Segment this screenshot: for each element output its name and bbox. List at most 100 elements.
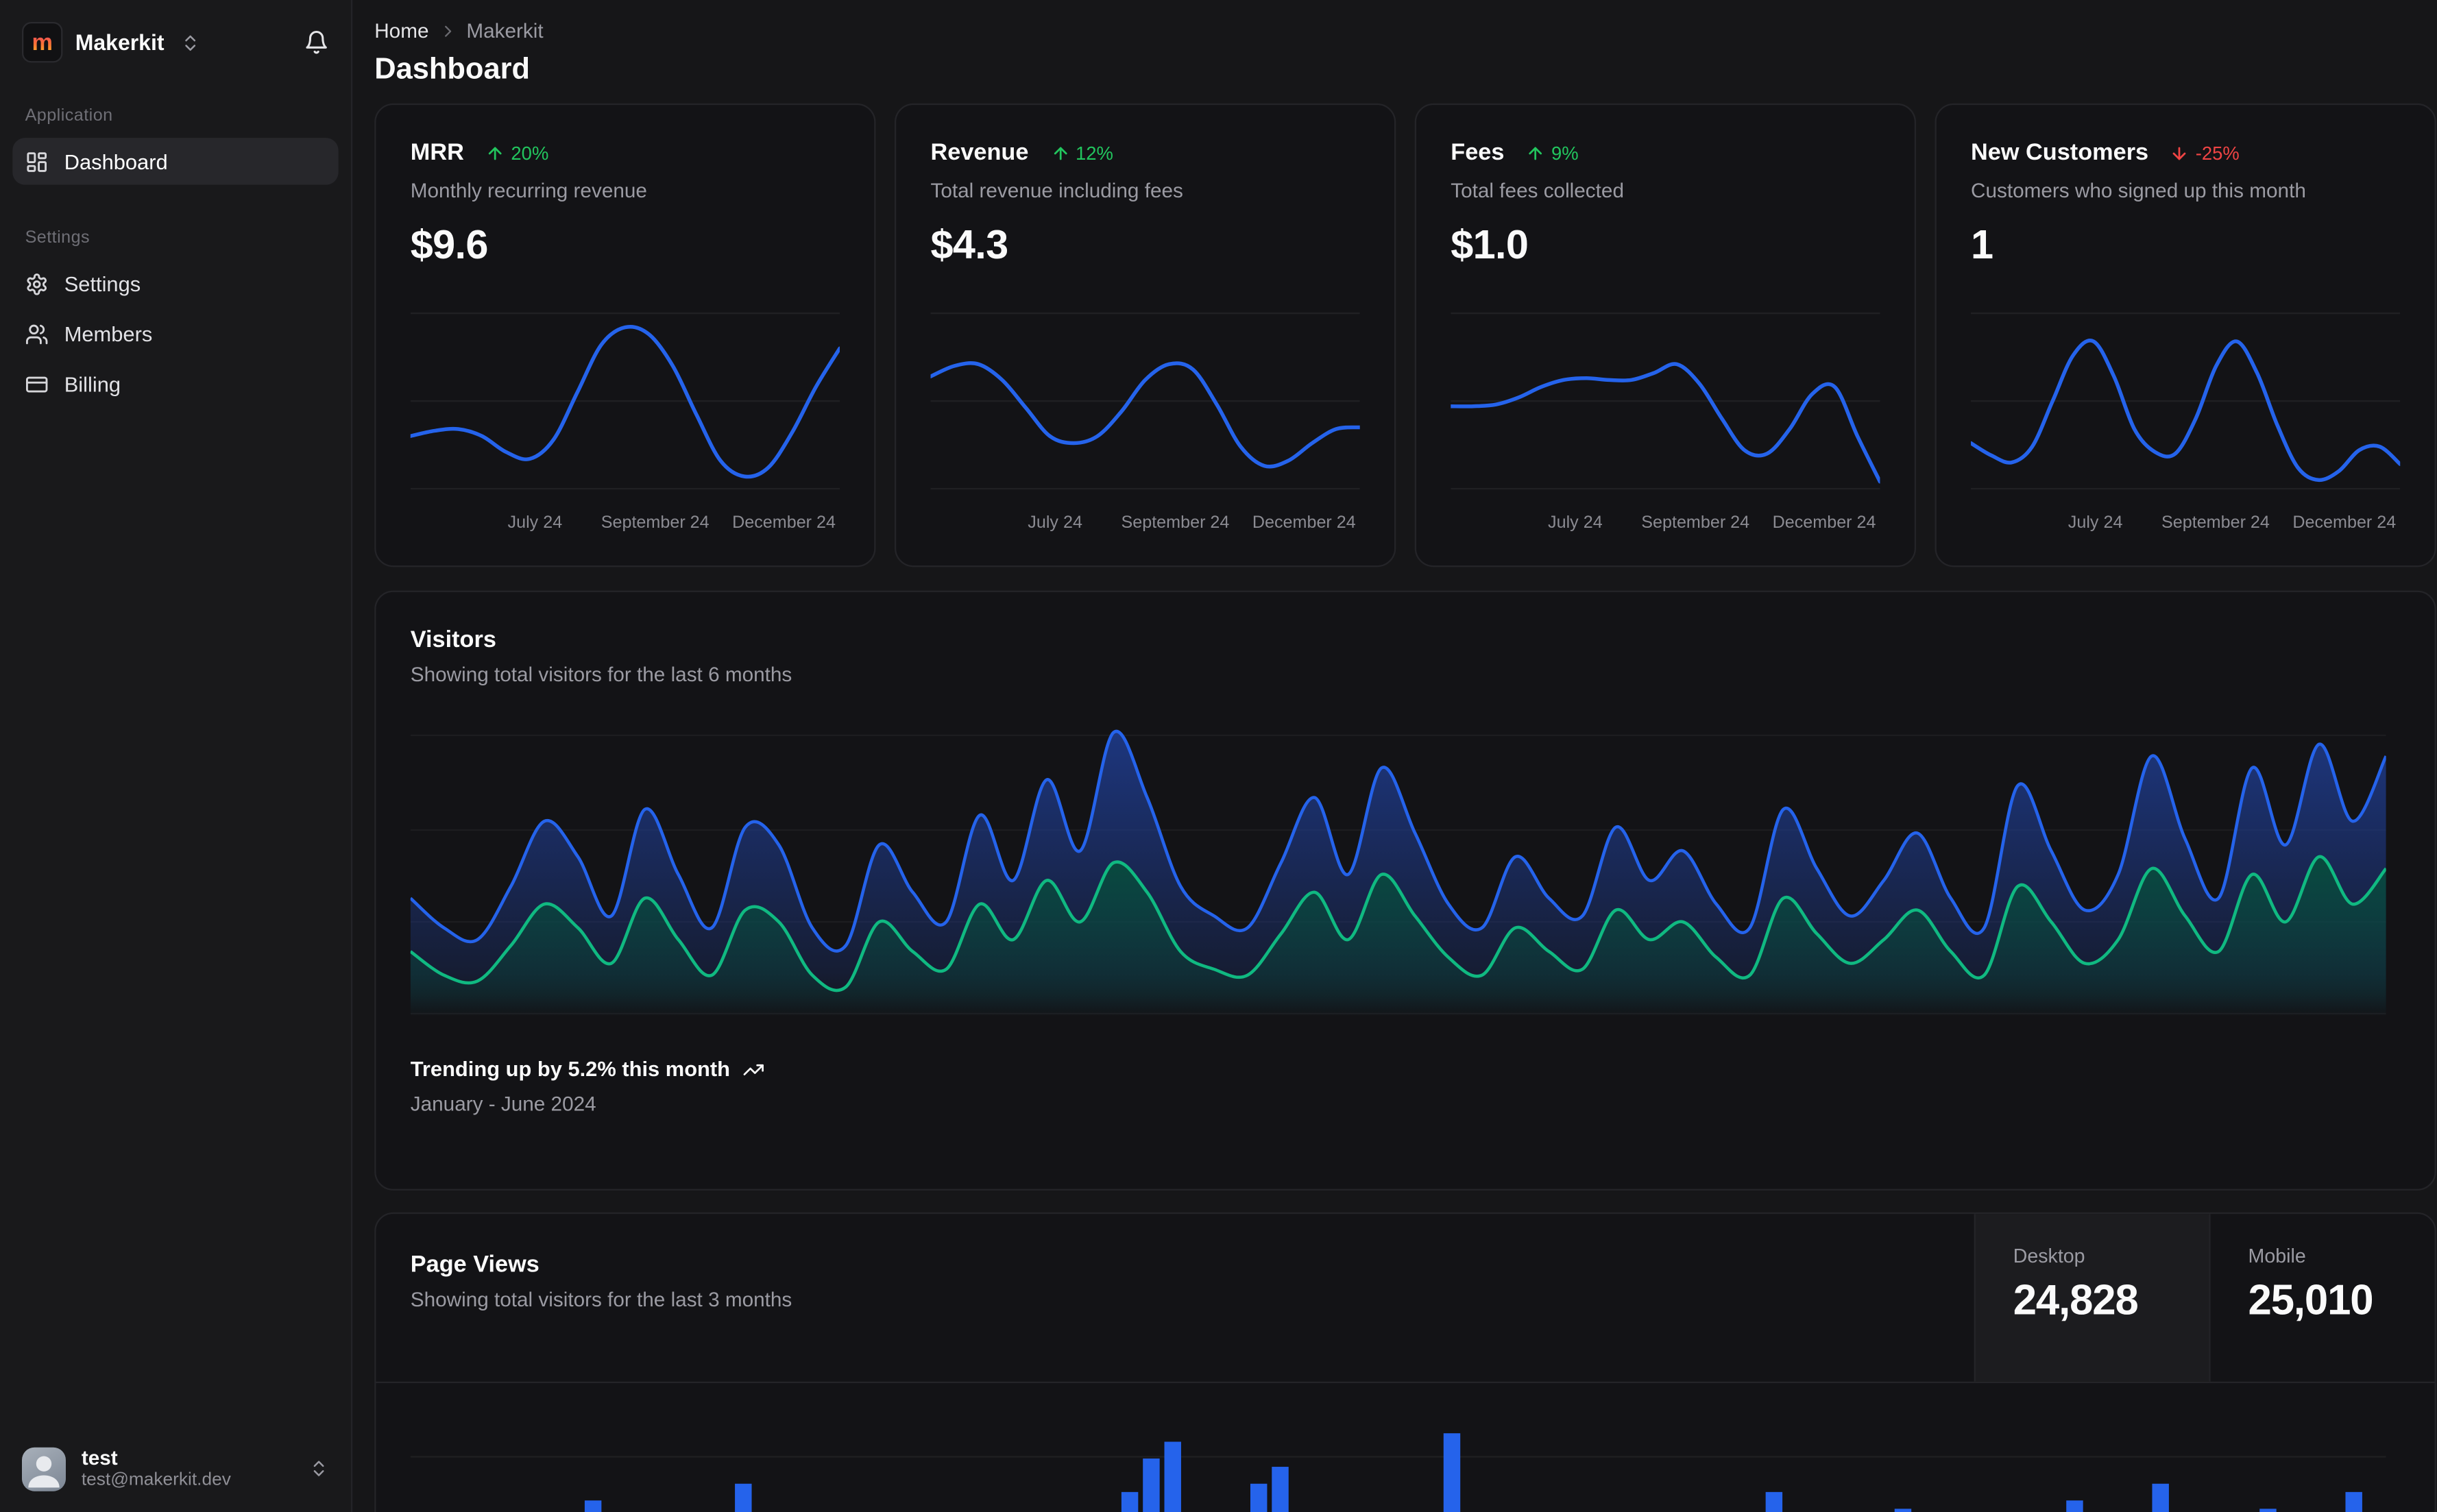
- desktop-value: 24,828: [2013, 1276, 2139, 1324]
- screen: m Makerkit Application Dashboard Setting…: [0, 0, 2437, 1512]
- trend-badge: 9%: [1526, 141, 1579, 164]
- stat-card-fees: Fees 9% Total fees collected $1.0 July 2…: [1414, 103, 1917, 568]
- x-axis-ticks: July 24 September 24 December 24: [1451, 514, 1880, 539]
- workspace-selector-chevrons-icon[interactable]: [180, 32, 200, 53]
- stat-card-mrr: MRR 20% Monthly recurring revenue $9.6 J…: [374, 103, 876, 568]
- sidebar-item-label: Members: [64, 321, 153, 345]
- arrow-up-icon: [1529, 146, 1542, 160]
- trend-delta: 9%: [1551, 141, 1579, 164]
- sidebar-item-billing[interactable]: Billing: [12, 361, 338, 408]
- settings-gear-icon: [25, 272, 49, 295]
- breadcrumb-current: Makerkit: [466, 19, 544, 42]
- stat-value: $9.6: [410, 221, 489, 268]
- visitors-card: Visitors Showing total visitors for the …: [374, 590, 2436, 1191]
- page-views-header: Page Views Showing total visitors for th…: [376, 1214, 2435, 1384]
- mrr-sparkline-chart: [410, 312, 840, 490]
- tick-label: September 24: [2161, 513, 2270, 533]
- stat-subtitle: Monthly recurring revenue: [410, 178, 647, 202]
- stat-value: $4.3: [930, 221, 1009, 268]
- notifications-bell-icon[interactable]: [304, 29, 329, 55]
- trend-delta: 12%: [1075, 141, 1113, 164]
- stat-card-revenue: Revenue 12% Total revenue including fees…: [894, 103, 1396, 568]
- sidebar: m Makerkit Application Dashboard Setting…: [0, 0, 353, 1512]
- visitors-area-chart: [410, 729, 2386, 1017]
- logo-letter: m: [32, 29, 53, 56]
- toggle-desktop[interactable]: Desktop 24,828: [1974, 1214, 2209, 1382]
- stat-value: $1.0: [1451, 221, 1529, 268]
- trending-up-icon: [743, 1063, 764, 1075]
- visitors-date-range: January - June 2024: [410, 1091, 596, 1116]
- user-menu-chevrons-icon[interactable]: [308, 1459, 329, 1479]
- tick-label: September 24: [1121, 513, 1230, 533]
- mobile-value: 25,010: [2248, 1276, 2374, 1324]
- trend-badge: -25%: [2170, 142, 2240, 164]
- sidebar-item-label: Settings: [64, 271, 141, 295]
- tick-label: December 24: [1252, 513, 1356, 533]
- x-axis-ticks: July 24 September 24 December 24: [411, 514, 840, 539]
- tick-label: July 24: [2068, 513, 2123, 533]
- arrow-up-icon: [1053, 146, 1067, 160]
- breadcrumb-home-link[interactable]: Home: [374, 19, 428, 42]
- sidebar-item-label: Billing: [64, 371, 121, 396]
- members-users-icon: [25, 322, 49, 345]
- page-views-bar-chart: [410, 1433, 2386, 1512]
- dashboard-icon: [25, 149, 49, 173]
- visitors-subtitle: Showing total visitors for the last 6 mo…: [410, 662, 792, 687]
- visitors-title: Visitors: [410, 626, 496, 654]
- tick-label: September 24: [601, 513, 710, 533]
- tick-label: July 24: [507, 513, 563, 533]
- user-email: test@makerkit.dev: [81, 1470, 231, 1490]
- sidebar-item-settings[interactable]: Settings: [12, 260, 338, 307]
- page-views-title: Page Views: [410, 1252, 539, 1278]
- nav-section-label-application: Application: [25, 106, 113, 125]
- revenue-sparkline-chart: [930, 312, 1360, 490]
- mobile-label: Mobile: [2248, 1245, 2306, 1267]
- visitors-footer: Trending up by 5.2% this month January -…: [410, 1057, 2400, 1116]
- stat-value: 1: [1971, 221, 1993, 268]
- visitors-trend-text: Trending up by 5.2% this month: [410, 1057, 731, 1081]
- arrow-down-icon: [2173, 146, 2187, 160]
- trend-badge: 12%: [1050, 142, 1113, 164]
- trend-delta: 20%: [511, 141, 549, 164]
- stat-subtitle: Customers who signed up this month: [1971, 178, 2306, 202]
- billing-credit-card-icon: [25, 372, 49, 395]
- new-customers-sparkline-chart: [1971, 312, 2401, 490]
- chevron-right-icon: [438, 21, 457, 40]
- stat-title: Fees: [1451, 139, 1505, 167]
- tick-label: July 24: [1028, 513, 1082, 533]
- sidebar-item-dashboard[interactable]: Dashboard: [12, 138, 339, 185]
- trend-badge: 20%: [486, 142, 548, 164]
- tick-label: December 24: [732, 513, 836, 533]
- sidebar-item-members[interactable]: Members: [12, 310, 338, 358]
- main-content: Home Makerkit Dashboard MRR 20% Monthly …: [352, 0, 2437, 1512]
- sidebar-header: m Makerkit: [0, 0, 351, 78]
- tick-label: December 24: [2292, 513, 2397, 533]
- sidebar-nav: Application Dashboard Settings Settings: [0, 78, 351, 1430]
- stat-title: New Customers: [1971, 139, 2149, 167]
- page-views-subtitle: Showing total visitors for the last 3 mo…: [410, 1287, 792, 1311]
- trend-delta: -25%: [2195, 141, 2240, 164]
- nav-section-label-settings: Settings: [25, 228, 90, 248]
- app-logo: m: [21, 21, 63, 63]
- tick-label: July 24: [1548, 513, 1603, 533]
- stat-card-new-customers: New Customers -25% Customers who signed …: [1935, 103, 2436, 568]
- toggle-mobile[interactable]: Mobile 25,010: [2209, 1214, 2434, 1382]
- fees-sparkline-chart: [1451, 312, 1880, 490]
- stat-subtitle: Total fees collected: [1451, 178, 1624, 202]
- page-title: Dashboard: [374, 53, 531, 86]
- user-menu[interactable]: test test@makerkit.dev: [0, 1430, 351, 1512]
- tick-label: September 24: [1641, 513, 1750, 533]
- workspace-name: Makerkit: [75, 29, 165, 55]
- breadcrumb: Home Makerkit: [374, 19, 2436, 42]
- avatar: [21, 1446, 66, 1491]
- arrow-up-icon: [489, 146, 502, 160]
- stat-subtitle: Total revenue including fees: [930, 178, 1183, 202]
- x-axis-ticks: July 24 September 24 December 24: [931, 514, 1360, 539]
- stat-title: MRR: [410, 139, 464, 167]
- tick-label: December 24: [1772, 513, 1876, 533]
- user-name: test: [81, 1446, 118, 1470]
- sidebar-item-label: Dashboard: [64, 149, 168, 173]
- page-views-card: Page Views Showing total visitors for th…: [374, 1212, 2436, 1512]
- stat-cards-row: MRR 20% Monthly recurring revenue $9.6 J…: [374, 103, 2436, 568]
- desktop-label: Desktop: [2013, 1245, 2085, 1267]
